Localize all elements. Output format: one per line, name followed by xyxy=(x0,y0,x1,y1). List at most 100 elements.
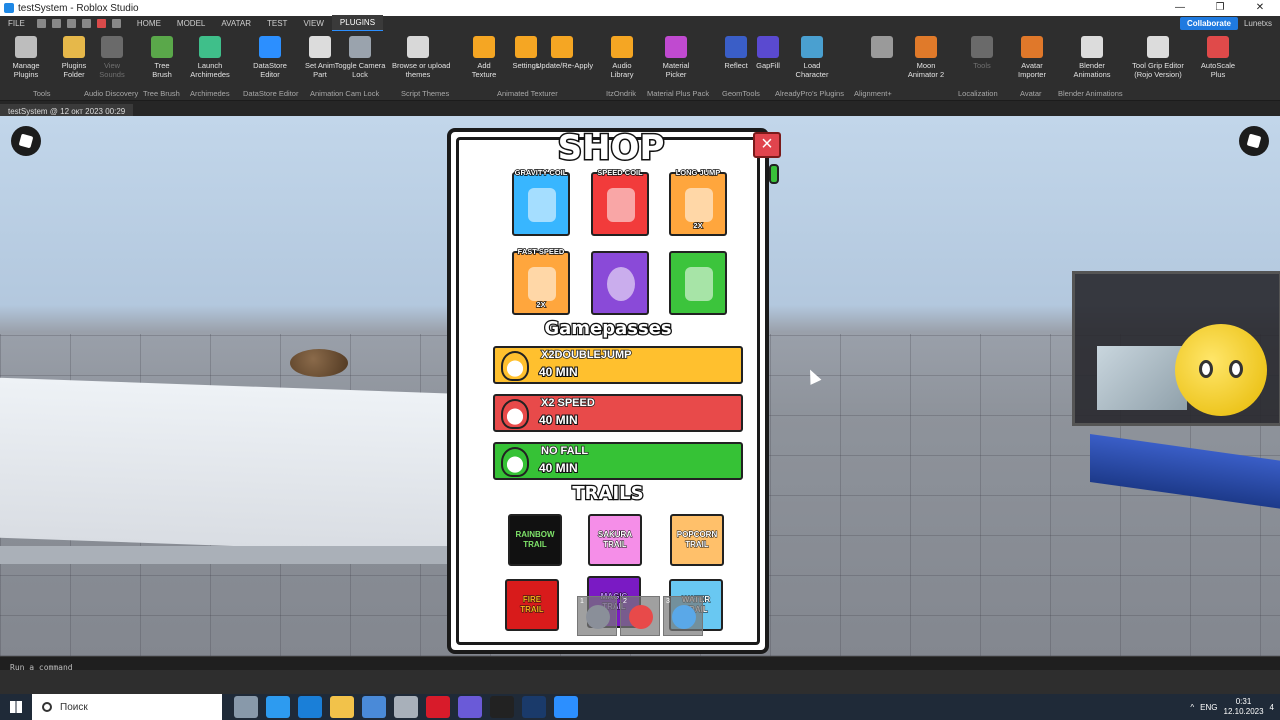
plugin-icon xyxy=(1081,36,1103,58)
epic-games-icon[interactable] xyxy=(490,696,514,718)
redo-icon[interactable] xyxy=(66,19,76,28)
tab-plugins[interactable]: PLUGINS xyxy=(331,15,384,32)
trail-label: FIRE TRAIL xyxy=(520,595,545,615)
opera-icon[interactable] xyxy=(426,696,450,718)
gamepass-button[interactable]: X2DOUBLEJUMP 40 MIN xyxy=(493,346,743,384)
plugin-icon xyxy=(551,36,573,58)
tab-model[interactable]: MODEL xyxy=(169,16,213,31)
ribbon-button-label: Launch Archimedes xyxy=(190,61,230,79)
tab-avatar[interactable]: AVATAR xyxy=(213,16,259,31)
ribbon-button[interactable]: DataStore Editor xyxy=(244,36,296,79)
shop-item-tile[interactable]: SPEED COIL xyxy=(591,167,649,236)
ribbon-button[interactable]: Toggle Camera Lock xyxy=(334,36,386,79)
ribbon-button[interactable]: Blender Animations xyxy=(1066,36,1118,79)
gamepass-button[interactable]: X2 SPEED 40 MIN xyxy=(493,394,743,432)
start-button[interactable] xyxy=(0,694,32,720)
ribbon-group-label: ItzOndrik xyxy=(606,89,637,98)
shop-title: SHOP xyxy=(556,127,666,170)
discord-icon[interactable] xyxy=(458,696,482,718)
backpack-icon[interactable] xyxy=(1239,126,1269,156)
mail-icon[interactable] xyxy=(298,696,322,718)
trail-button[interactable]: RAINBOW TRAIL xyxy=(508,514,562,566)
ribbon-button[interactable]: Load Character xyxy=(786,36,838,79)
roblox-studio-window: testSystem - Roblox Studio — ❐ ✕ FILE HO… xyxy=(0,0,1280,720)
hotbar-slot[interactable]: 3 xyxy=(663,596,703,636)
shop-item-tile[interactable]: GRAVITY COIL xyxy=(512,167,570,236)
shop-item-tile[interactable] xyxy=(669,251,727,315)
ribbon-button[interactable]: View Sounds xyxy=(86,36,138,79)
save-icon[interactable] xyxy=(51,19,61,28)
ribbon-button[interactable]: Material Picker xyxy=(650,36,702,79)
document-tabs: testSystem @ 12 окт 2023 00:29 xyxy=(0,101,1280,119)
shop-item-label: GRAVITY COIL xyxy=(514,167,568,178)
shop-item-tile[interactable]: LONG JUMP 2X xyxy=(669,167,727,236)
tab-home[interactable]: HOME xyxy=(129,16,169,31)
ribbon-button[interactable]: Browse or upload themes xyxy=(392,36,450,79)
gamepass-duration: 40 MIN xyxy=(538,412,579,428)
language-indicator[interactable]: ENG xyxy=(1200,703,1217,712)
ribbon-button[interactable]: Manage Plugins xyxy=(0,36,52,79)
shop-item-tile[interactable] xyxy=(591,251,649,315)
roblox-studio-icon[interactable] xyxy=(554,696,578,718)
menu-bar: FILE HOME MODEL AVATAR TEST VIEW PLUGINS… xyxy=(0,15,1280,32)
close-window-button[interactable]: ✕ xyxy=(1240,0,1280,16)
ribbon-button[interactable]: Moon Animator 2 xyxy=(900,36,952,79)
user-name[interactable]: Lunetxs xyxy=(1244,19,1272,28)
stop-icon[interactable] xyxy=(96,19,106,28)
display-box xyxy=(1072,271,1280,426)
ribbon-button[interactable]: Update/Re-Apply xyxy=(536,36,593,70)
ribbon-group-label: Material Plus Pack xyxy=(647,89,710,98)
trail-button[interactable]: SAKURA TRAIL xyxy=(588,514,642,566)
search-icon xyxy=(42,702,52,712)
gamepass-button[interactable]: NO FALL 40 MIN xyxy=(493,442,743,480)
ribbon-button[interactable]: Tool Grip Editor (Rojo Version) xyxy=(1132,36,1184,79)
edge-icon[interactable] xyxy=(266,696,290,718)
hotbar-slot[interactable]: 1 xyxy=(577,596,617,636)
ribbon-group-label: Archimedes xyxy=(190,89,230,98)
game-viewport[interactable]: SHOP × GRAVITY COIL SPEED COIL LONG JUMP 2X… xyxy=(0,116,1280,656)
tab-view[interactable]: VIEW xyxy=(295,16,331,31)
clock[interactable]: 0:31 12.10.2023 xyxy=(1224,697,1264,717)
tab-test[interactable]: TEST xyxy=(259,16,295,31)
ribbon-button-label: Tree Brush xyxy=(152,61,172,79)
new-icon[interactable] xyxy=(36,19,46,28)
hotbar-slot[interactable]: 2 xyxy=(620,596,660,636)
close-shop-button[interactable]: × xyxy=(753,132,781,158)
ribbon-button[interactable]: Audio Library xyxy=(596,36,648,79)
coil-icon xyxy=(586,605,610,629)
potion-icon xyxy=(501,351,529,381)
task-view-icon[interactable] xyxy=(234,696,258,718)
ribbon-button[interactable]: Avatar Importer xyxy=(1006,36,1058,79)
plugin-icon xyxy=(801,36,823,58)
maximize-button[interactable]: ❐ xyxy=(1200,0,1240,16)
ribbon-button[interactable]: Tools xyxy=(956,36,1008,70)
tab-file[interactable]: FILE xyxy=(0,16,33,31)
undo-icon[interactable] xyxy=(111,19,121,28)
collaborate-button[interactable]: Collaborate xyxy=(1179,17,1238,30)
explorer-icon[interactable] xyxy=(330,696,354,718)
app-icon-grey[interactable] xyxy=(394,696,418,718)
taskbar-search[interactable]: Поиск xyxy=(32,694,222,720)
trail-button[interactable]: FIRE TRAIL xyxy=(505,579,559,631)
play-icon[interactable] xyxy=(81,19,91,28)
ribbon-group-label: AlreadyPro's Plugins xyxy=(775,89,844,98)
roblox-menu-icon[interactable] xyxy=(11,126,41,156)
steam-icon[interactable] xyxy=(522,696,546,718)
command-bar[interactable]: Run a command xyxy=(0,656,1280,672)
shop-panel: SHOP × GRAVITY COIL SPEED COIL LONG JUMP 2X… xyxy=(447,127,781,654)
trail-button[interactable]: POPCORN TRAIL xyxy=(670,514,724,566)
ribbon-button-label: DataStore Editor xyxy=(253,61,287,79)
tray-chevron-icon[interactable]: ^ xyxy=(1190,703,1194,712)
plugin-icon xyxy=(871,36,893,58)
shop-item-multiplier: 2X xyxy=(693,220,704,231)
ribbon-button-label: Material Picker xyxy=(662,61,690,79)
ribbon-button[interactable]: AutoScale Plus xyxy=(1192,36,1244,79)
quick-access-toolbar xyxy=(36,19,121,28)
side-toggle[interactable] xyxy=(769,164,779,184)
store-icon[interactable] xyxy=(362,696,386,718)
ribbon-button[interactable]: Tree Brush xyxy=(136,36,188,79)
minimize-button[interactable]: — xyxy=(1160,0,1200,16)
shop-item-tile[interactable]: FAST SPEED 2X xyxy=(512,246,570,315)
notifications-badge[interactable]: 4 xyxy=(1270,703,1274,712)
ribbon-button[interactable]: Launch Archimedes xyxy=(184,36,236,79)
